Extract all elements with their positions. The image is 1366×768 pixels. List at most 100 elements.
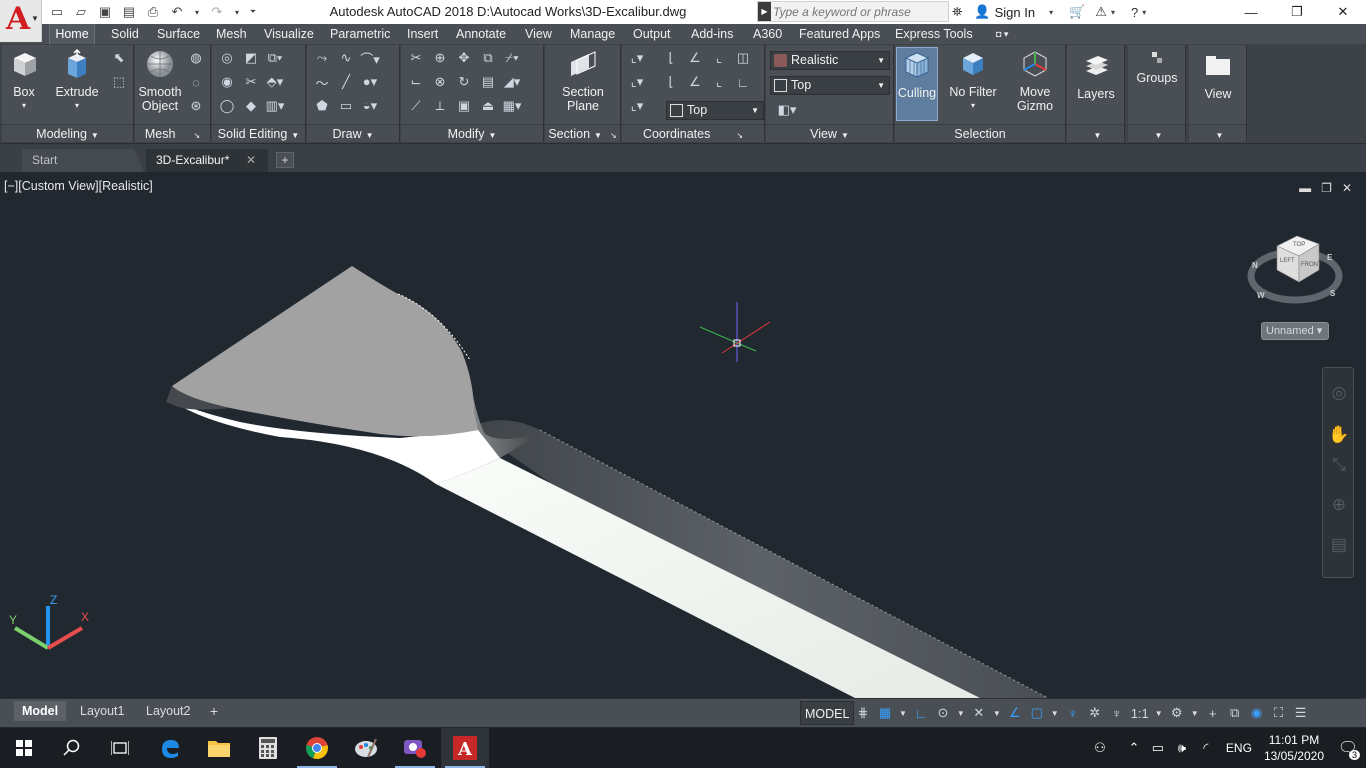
- autocad-taskbar-icon[interactable]: A: [441, 728, 489, 768]
- array-rect-icon[interactable]: ▦▾: [503, 97, 522, 115]
- auto-scale-icon[interactable]: ✲: [1085, 701, 1105, 725]
- print-icon[interactable]: ⎙: [144, 3, 162, 21]
- ribbon-minimize-icon[interactable]: ◘ ▾: [992, 24, 1012, 44]
- undo-dropdown-icon[interactable]: ▾: [192, 3, 202, 21]
- rectangle-icon[interactable]: ▭: [337, 97, 355, 115]
- cart-icon[interactable]: 🛒: [1069, 4, 1085, 20]
- culling-button[interactable]: Culling: [896, 47, 938, 121]
- presspull-icon[interactable]: ⬉: [110, 49, 128, 67]
- interfere-icon[interactable]: ✂: [242, 73, 260, 91]
- polar-dropdown-icon[interactable]: ▼: [955, 701, 967, 725]
- file-explorer-icon[interactable]: [195, 728, 243, 768]
- save-as-icon[interactable]: ▤: [120, 3, 138, 21]
- ucs-y-icon[interactable]: ⌊: [662, 73, 680, 91]
- clean-screen-icon[interactable]: ⛶: [1269, 701, 1289, 725]
- grid-icon[interactable]: ⋕: [853, 701, 873, 725]
- tab-add-ins[interactable]: Add-ins: [687, 24, 737, 44]
- tab-express-tools[interactable]: Express Tools: [891, 24, 977, 44]
- showmotion-icon[interactable]: ▤: [1328, 534, 1350, 556]
- slice-icon[interactable]: ◩: [242, 49, 260, 67]
- drawing-viewport[interactable]: Z Y X [−][Custom View][Realistic] ▬ ❐ ✕ …: [0, 172, 1366, 698]
- layout-tab-layout2[interactable]: Layout2: [138, 701, 198, 721]
- task-view-icon[interactable]: [96, 728, 144, 768]
- 3d-polyline-icon[interactable]: ╱: [337, 73, 355, 91]
- union-icon[interactable]: ◎: [218, 49, 236, 67]
- scale-label[interactable]: 1:1: [1129, 701, 1151, 725]
- add-layout-button[interactable]: +: [205, 702, 223, 720]
- layout-tab-layout1[interactable]: Layout1: [72, 701, 132, 721]
- extrude-faces-icon[interactable]: ⬘▾: [266, 73, 284, 91]
- user-icon[interactable]: 👤: [974, 4, 990, 20]
- ucs-z-icon[interactable]: ⌞: [710, 73, 728, 91]
- panel-title-coordinates[interactable]: Coordinates ↘: [622, 124, 764, 142]
- zoom-extents-icon[interactable]: ⤡: [1328, 454, 1350, 476]
- ucs-object-icon[interactable]: ⌞: [710, 49, 728, 67]
- pan-icon[interactable]: ✋: [1328, 424, 1350, 446]
- model-space-button[interactable]: MODEL: [800, 701, 855, 725]
- tab-annotate[interactable]: Annotate: [452, 24, 510, 44]
- screen-recorder-icon[interactable]: [391, 728, 439, 768]
- restore-button[interactable]: ❐: [1274, 0, 1320, 24]
- chrome-icon[interactable]: [293, 728, 341, 768]
- open-file-icon[interactable]: ▱: [72, 3, 90, 21]
- scale-icon[interactable]: ▣: [455, 97, 473, 115]
- snap-dropdown-icon[interactable]: ▼: [897, 701, 909, 725]
- polar-icon[interactable]: ⊙: [933, 701, 953, 725]
- mirror-icon[interactable]: ⟋: [407, 97, 425, 115]
- layers-expand[interactable]: ▼: [1067, 124, 1124, 142]
- layers-button[interactable]: Layers: [1073, 49, 1119, 101]
- ucs-icon[interactable]: ⌞▾: [628, 49, 646, 67]
- help-dropdown-icon[interactable]: ▾: [1142, 8, 1146, 17]
- ucs-world-icon[interactable]: ⌞▾: [628, 73, 646, 91]
- panel-title-solid-editing[interactable]: Solid Editing ▼: [212, 124, 305, 142]
- minimize-button[interactable]: —: [1228, 0, 1274, 24]
- ucs-icon-props-icon[interactable]: ◫: [734, 49, 752, 67]
- tab-parametric[interactable]: Parametric: [326, 24, 394, 44]
- workspace-gear-icon[interactable]: ⚙: [1167, 701, 1187, 725]
- viewport-restore-icon[interactable]: ❐: [1321, 181, 1332, 195]
- ucs-face-icon[interactable]: ∠: [686, 73, 704, 91]
- no-filter-button[interactable]: No Filter ▾: [947, 47, 999, 113]
- tab-solid[interactable]: Solid: [107, 24, 143, 44]
- isolate-objects-icon[interactable]: ⧉: [1225, 701, 1245, 725]
- wifi-icon[interactable]: ◜: [1194, 728, 1218, 768]
- smooth-object-button[interactable]: Smooth Object: [137, 47, 183, 113]
- array-icon[interactable]: ⏏: [479, 97, 497, 115]
- snap-icon[interactable]: ▦: [875, 701, 895, 725]
- arc-icon[interactable]: ⌒▾: [360, 49, 380, 67]
- panel-title-modeling[interactable]: Modeling ▼: [2, 124, 133, 142]
- object-snap-tracking-icon[interactable]: ∠: [1005, 701, 1025, 725]
- search-input[interactable]: [773, 3, 943, 20]
- mesh-smooth-less-icon[interactable]: ◌: [187, 73, 205, 91]
- layout-tab-model[interactable]: Model: [14, 701, 67, 721]
- move-icon[interactable]: ✥: [455, 49, 473, 67]
- ortho-icon[interactable]: ∟: [911, 701, 931, 725]
- isodraft-dropdown-icon[interactable]: ▼: [991, 701, 1003, 725]
- line-icon[interactable]: ⤳: [313, 49, 331, 67]
- view-expand[interactable]: ▼: [1189, 124, 1246, 142]
- panel-title-draw[interactable]: Draw ▼: [307, 124, 399, 142]
- view-button[interactable]: View: [1195, 49, 1241, 101]
- new-file-icon[interactable]: ▭: [48, 3, 66, 21]
- offset-icon[interactable]: ▤: [479, 73, 497, 91]
- panel-title-mesh[interactable]: Mesh ↘: [135, 124, 210, 142]
- new-tab-button[interactable]: +: [276, 152, 294, 168]
- tab-view[interactable]: View: [521, 24, 556, 44]
- tab-a360[interactable]: A360: [749, 24, 786, 44]
- people-icon[interactable]: ⚇: [1088, 728, 1112, 768]
- thicken-icon[interactable]: ◆: [242, 97, 260, 115]
- groups-expand[interactable]: ▼: [1128, 124, 1185, 142]
- circle-icon[interactable]: ●▾: [361, 73, 379, 91]
- section-plane-button[interactable]: Section Plane: [559, 47, 607, 113]
- tab-featured-apps[interactable]: Featured Apps: [795, 24, 884, 44]
- connect-dropdown-icon[interactable]: ▾: [1111, 8, 1115, 17]
- language-indicator[interactable]: ENG: [1226, 741, 1252, 755]
- polyline-icon[interactable]: 〜: [313, 73, 331, 91]
- chamfer-icon[interactable]: ◢▾: [503, 73, 521, 91]
- close-tab-icon[interactable]: ✕: [246, 149, 256, 172]
- customization-menu-icon[interactable]: ☰: [1291, 701, 1311, 725]
- viewcube[interactable]: TOP LEFT FRONT N E S W: [1247, 224, 1343, 314]
- subtract-icon[interactable]: ◉: [218, 73, 236, 91]
- tab-visualize[interactable]: Visualize: [260, 24, 318, 44]
- viewport-config-icon[interactable]: ◧▾: [772, 101, 802, 119]
